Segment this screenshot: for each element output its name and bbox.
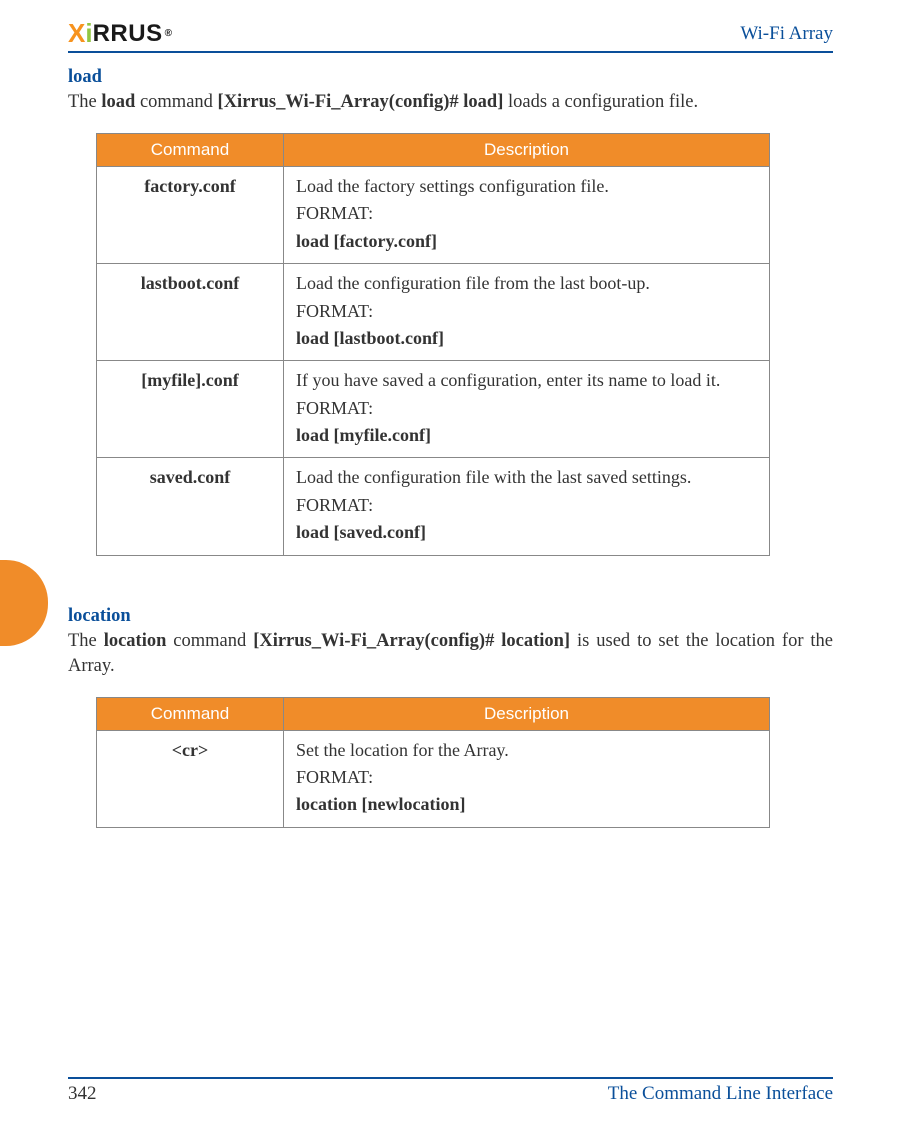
table-row: <cr> Set the location for the Array. FOR… bbox=[97, 730, 770, 827]
cell-command: lastboot.conf bbox=[97, 264, 284, 361]
desc-syntax: load [myfile.conf] bbox=[296, 424, 757, 447]
text-bold: load bbox=[101, 92, 135, 112]
section-title-location: location bbox=[68, 606, 833, 627]
desc-text: Load the configuration file from the las… bbox=[296, 272, 757, 295]
desc-text: Set the location for the Array. bbox=[296, 739, 757, 762]
desc-format: FORMAT: bbox=[296, 494, 757, 517]
text: The bbox=[68, 92, 101, 112]
desc-format: FORMAT: bbox=[296, 300, 757, 323]
desc-text: If you have saved a configuration, enter… bbox=[296, 369, 757, 392]
command-table-load: Command Description factory.conf Load th… bbox=[96, 133, 770, 556]
cell-description: Load the configuration file with the las… bbox=[284, 458, 770, 555]
logo-registered-icon: ® bbox=[165, 28, 171, 39]
section-intro-location: The location command [Xirrus_Wi-Fi_Array… bbox=[68, 629, 833, 679]
desc-syntax: location [newlocation] bbox=[296, 793, 757, 816]
desc-format: FORMAT: bbox=[296, 202, 757, 225]
cell-description: If you have saved a configuration, enter… bbox=[284, 361, 770, 458]
table-row: saved.conf Load the configuration file w… bbox=[97, 458, 770, 555]
text: command bbox=[135, 92, 217, 112]
cell-command: <cr> bbox=[97, 730, 284, 827]
col-header-description: Description bbox=[284, 697, 770, 730]
desc-syntax: load [lastboot.conf] bbox=[296, 327, 757, 350]
cell-description: Set the location for the Array. FORMAT: … bbox=[284, 730, 770, 827]
text: command bbox=[166, 631, 253, 651]
cell-command: [myfile].conf bbox=[97, 361, 284, 458]
desc-text: Load the factory settings configuration … bbox=[296, 175, 757, 198]
desc-syntax: load [factory.conf] bbox=[296, 230, 757, 253]
chapter-title: The Command Line Interface bbox=[608, 1083, 833, 1105]
text: The bbox=[68, 631, 104, 651]
logo-letter-i: i bbox=[85, 18, 91, 49]
text: loads a configuration file. bbox=[503, 92, 698, 112]
header-product-name: Wi-Fi Array bbox=[740, 23, 833, 45]
section-title-load: load bbox=[68, 67, 833, 88]
desc-syntax: load [saved.conf] bbox=[296, 521, 757, 544]
command-table-location: Command Description <cr> Set the locatio… bbox=[96, 697, 770, 828]
brand-logo: X i RRUS ® bbox=[68, 18, 171, 49]
section-intro-load: The load command [Xirrus_Wi-Fi_Array(con… bbox=[68, 90, 833, 115]
table-row: factory.conf Load the factory settings c… bbox=[97, 166, 770, 263]
cell-command: factory.conf bbox=[97, 166, 284, 263]
col-header-command: Command bbox=[97, 133, 284, 166]
col-header-command: Command bbox=[97, 697, 284, 730]
desc-text: Load the configuration file with the las… bbox=[296, 466, 757, 489]
logo-letter-x: X bbox=[68, 18, 84, 49]
text-bold: [Xirrus_Wi-Fi_Array(config)# location] bbox=[253, 631, 570, 651]
table-header-row: Command Description bbox=[97, 697, 770, 730]
col-header-description: Description bbox=[284, 133, 770, 166]
cell-description: Load the factory settings configuration … bbox=[284, 166, 770, 263]
cell-command: saved.conf bbox=[97, 458, 284, 555]
text-bold: location bbox=[104, 631, 167, 651]
page: X i RRUS ® Wi-Fi Array load The load com… bbox=[0, 0, 901, 1133]
desc-format: FORMAT: bbox=[296, 397, 757, 420]
table-row: lastboot.conf Load the configuration fil… bbox=[97, 264, 770, 361]
page-number: 342 bbox=[68, 1083, 97, 1105]
page-header: X i RRUS ® Wi-Fi Array bbox=[68, 18, 833, 53]
cell-description: Load the configuration file from the las… bbox=[284, 264, 770, 361]
page-footer: 342 The Command Line Interface bbox=[68, 1077, 833, 1105]
table-row: [myfile].conf If you have saved a config… bbox=[97, 361, 770, 458]
logo-rest: RRUS bbox=[93, 20, 163, 48]
table-header-row: Command Description bbox=[97, 133, 770, 166]
desc-format: FORMAT: bbox=[296, 766, 757, 789]
text-bold: [Xirrus_Wi-Fi_Array(config)# load] bbox=[218, 92, 504, 112]
